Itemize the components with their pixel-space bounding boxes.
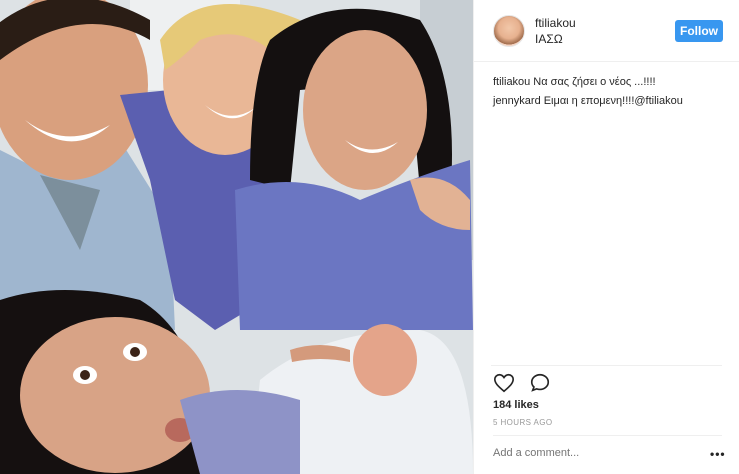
comment-list: ftiliakou Να σας ζήσει ο νέος ...!!!! jen… (493, 73, 725, 111)
post-timestamp[interactable]: 5 HOURS AGO (493, 418, 553, 427)
post-details-panel: ftiliakou ΙΑΣΩ Follow ftiliakou Να σας ζή… (473, 0, 739, 474)
avatar[interactable] (493, 15, 525, 47)
comment-text: Ειμαι η επομενη!!!!@ftiliakou (543, 95, 683, 107)
instagram-post: ftiliakou ΙΑΣΩ Follow ftiliakou Να σας ζή… (0, 0, 739, 474)
heart-icon[interactable] (493, 372, 515, 394)
post-header: ftiliakou ΙΑΣΩ Follow (474, 0, 739, 62)
post-username[interactable]: ftiliakou (535, 16, 576, 30)
post-photo[interactable] (0, 0, 473, 474)
post-photo-illustration (0, 0, 473, 474)
comment-username[interactable]: ftiliakou (493, 76, 530, 88)
follow-button[interactable]: Follow (675, 20, 723, 42)
comment-text: Να σας ζήσει ο νέος ...!!!! (533, 76, 656, 88)
list-item: ftiliakou Να σας ζήσει ο νέος ...!!!! (493, 73, 725, 92)
speech-bubble-icon[interactable] (529, 372, 551, 394)
likes-count[interactable]: 184 likes (493, 399, 539, 411)
more-options-icon[interactable]: ••• (710, 448, 726, 460)
comment-input[interactable] (493, 447, 693, 459)
action-icons (493, 372, 561, 394)
comment-username[interactable]: jennykard (493, 95, 541, 107)
actions-divider (491, 365, 722, 366)
post-location[interactable]: ΙΑΣΩ (535, 32, 563, 46)
comment-divider (493, 435, 722, 436)
list-item: jennykard Ειμαι η επομενη!!!!@ftiliakou (493, 92, 725, 111)
